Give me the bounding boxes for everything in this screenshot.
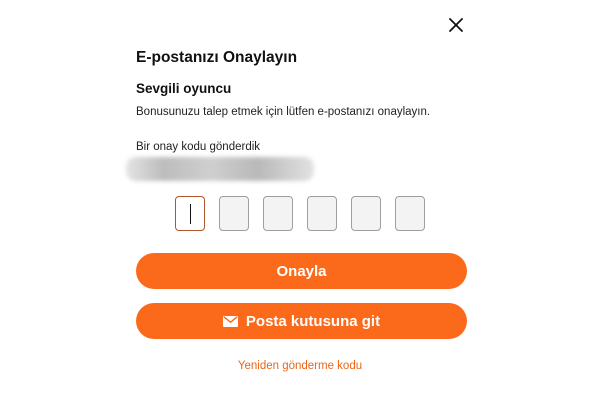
code-digit-input-6[interactable] xyxy=(395,196,425,231)
code-digit-input-4[interactable] xyxy=(307,196,337,231)
code-digit-input-3[interactable] xyxy=(263,196,293,231)
dialog-title: E-postanızı Onaylayın xyxy=(136,49,298,66)
verification-code-input xyxy=(175,196,425,231)
masked-email-address xyxy=(126,157,314,181)
instruction-text: Bonusunuzu talep etmek için lütfen e-pos… xyxy=(136,106,431,118)
envelope-icon xyxy=(222,315,238,327)
code-digit-input-2[interactable] xyxy=(219,196,249,231)
text-caret xyxy=(189,203,191,224)
code-sent-label: Bir onay kodu gönderdik xyxy=(136,141,261,153)
close-button[interactable] xyxy=(445,14,467,36)
confirm-button-label: Onayla xyxy=(276,262,327,280)
code-digit-input-1[interactable] xyxy=(175,196,205,231)
go-to-inbox-button[interactable]: Posta kutusuna git xyxy=(136,303,467,339)
greeting-heading: Sevgili oyuncu xyxy=(136,81,232,96)
confirm-button[interactable]: Onayla xyxy=(136,253,467,289)
code-digit-input-5[interactable] xyxy=(351,196,381,231)
resend-code-link[interactable]: Yeniden gönderme kodu xyxy=(0,360,600,372)
close-icon[interactable] xyxy=(448,17,464,33)
go-to-inbox-label: Posta kutusuna git xyxy=(245,312,381,330)
email-verification-dialog: E-postanızı Onaylayın Sevgili oyuncu Bon… xyxy=(0,0,600,400)
